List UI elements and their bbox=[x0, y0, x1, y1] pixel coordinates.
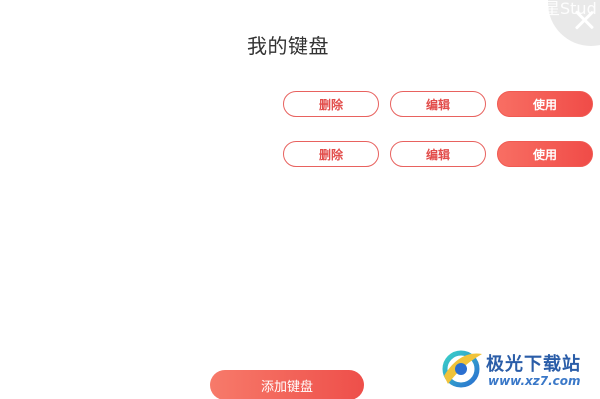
add-keyboard-button[interactable]: 添加键盘 bbox=[210, 370, 364, 399]
keyboard-row: 删除 编辑 使用 bbox=[283, 91, 593, 117]
delete-button[interactable]: 删除 bbox=[283, 141, 379, 167]
use-button[interactable]: 使用 bbox=[497, 91, 593, 117]
edit-button[interactable]: 编辑 bbox=[390, 91, 486, 117]
watermark-name: 极光下载站 bbox=[486, 354, 581, 375]
delete-button[interactable]: 删除 bbox=[283, 91, 379, 117]
watermark-url: www.xz7.com bbox=[488, 374, 581, 388]
edit-button[interactable]: 编辑 bbox=[390, 141, 486, 167]
watermark: 极光下载站 www.xz7.com bbox=[438, 346, 598, 394]
watermark-logo-icon bbox=[442, 350, 482, 388]
keyboard-row: 删除 编辑 使用 bbox=[283, 141, 593, 167]
page-title: 我的键盘 bbox=[247, 34, 329, 58]
keyboard-panel: 星Stud 我的键盘 删除 编辑 使用 删除 编辑 使用 添加键盘 极光下载站 … bbox=[0, 0, 600, 399]
use-button[interactable]: 使用 bbox=[497, 141, 593, 167]
